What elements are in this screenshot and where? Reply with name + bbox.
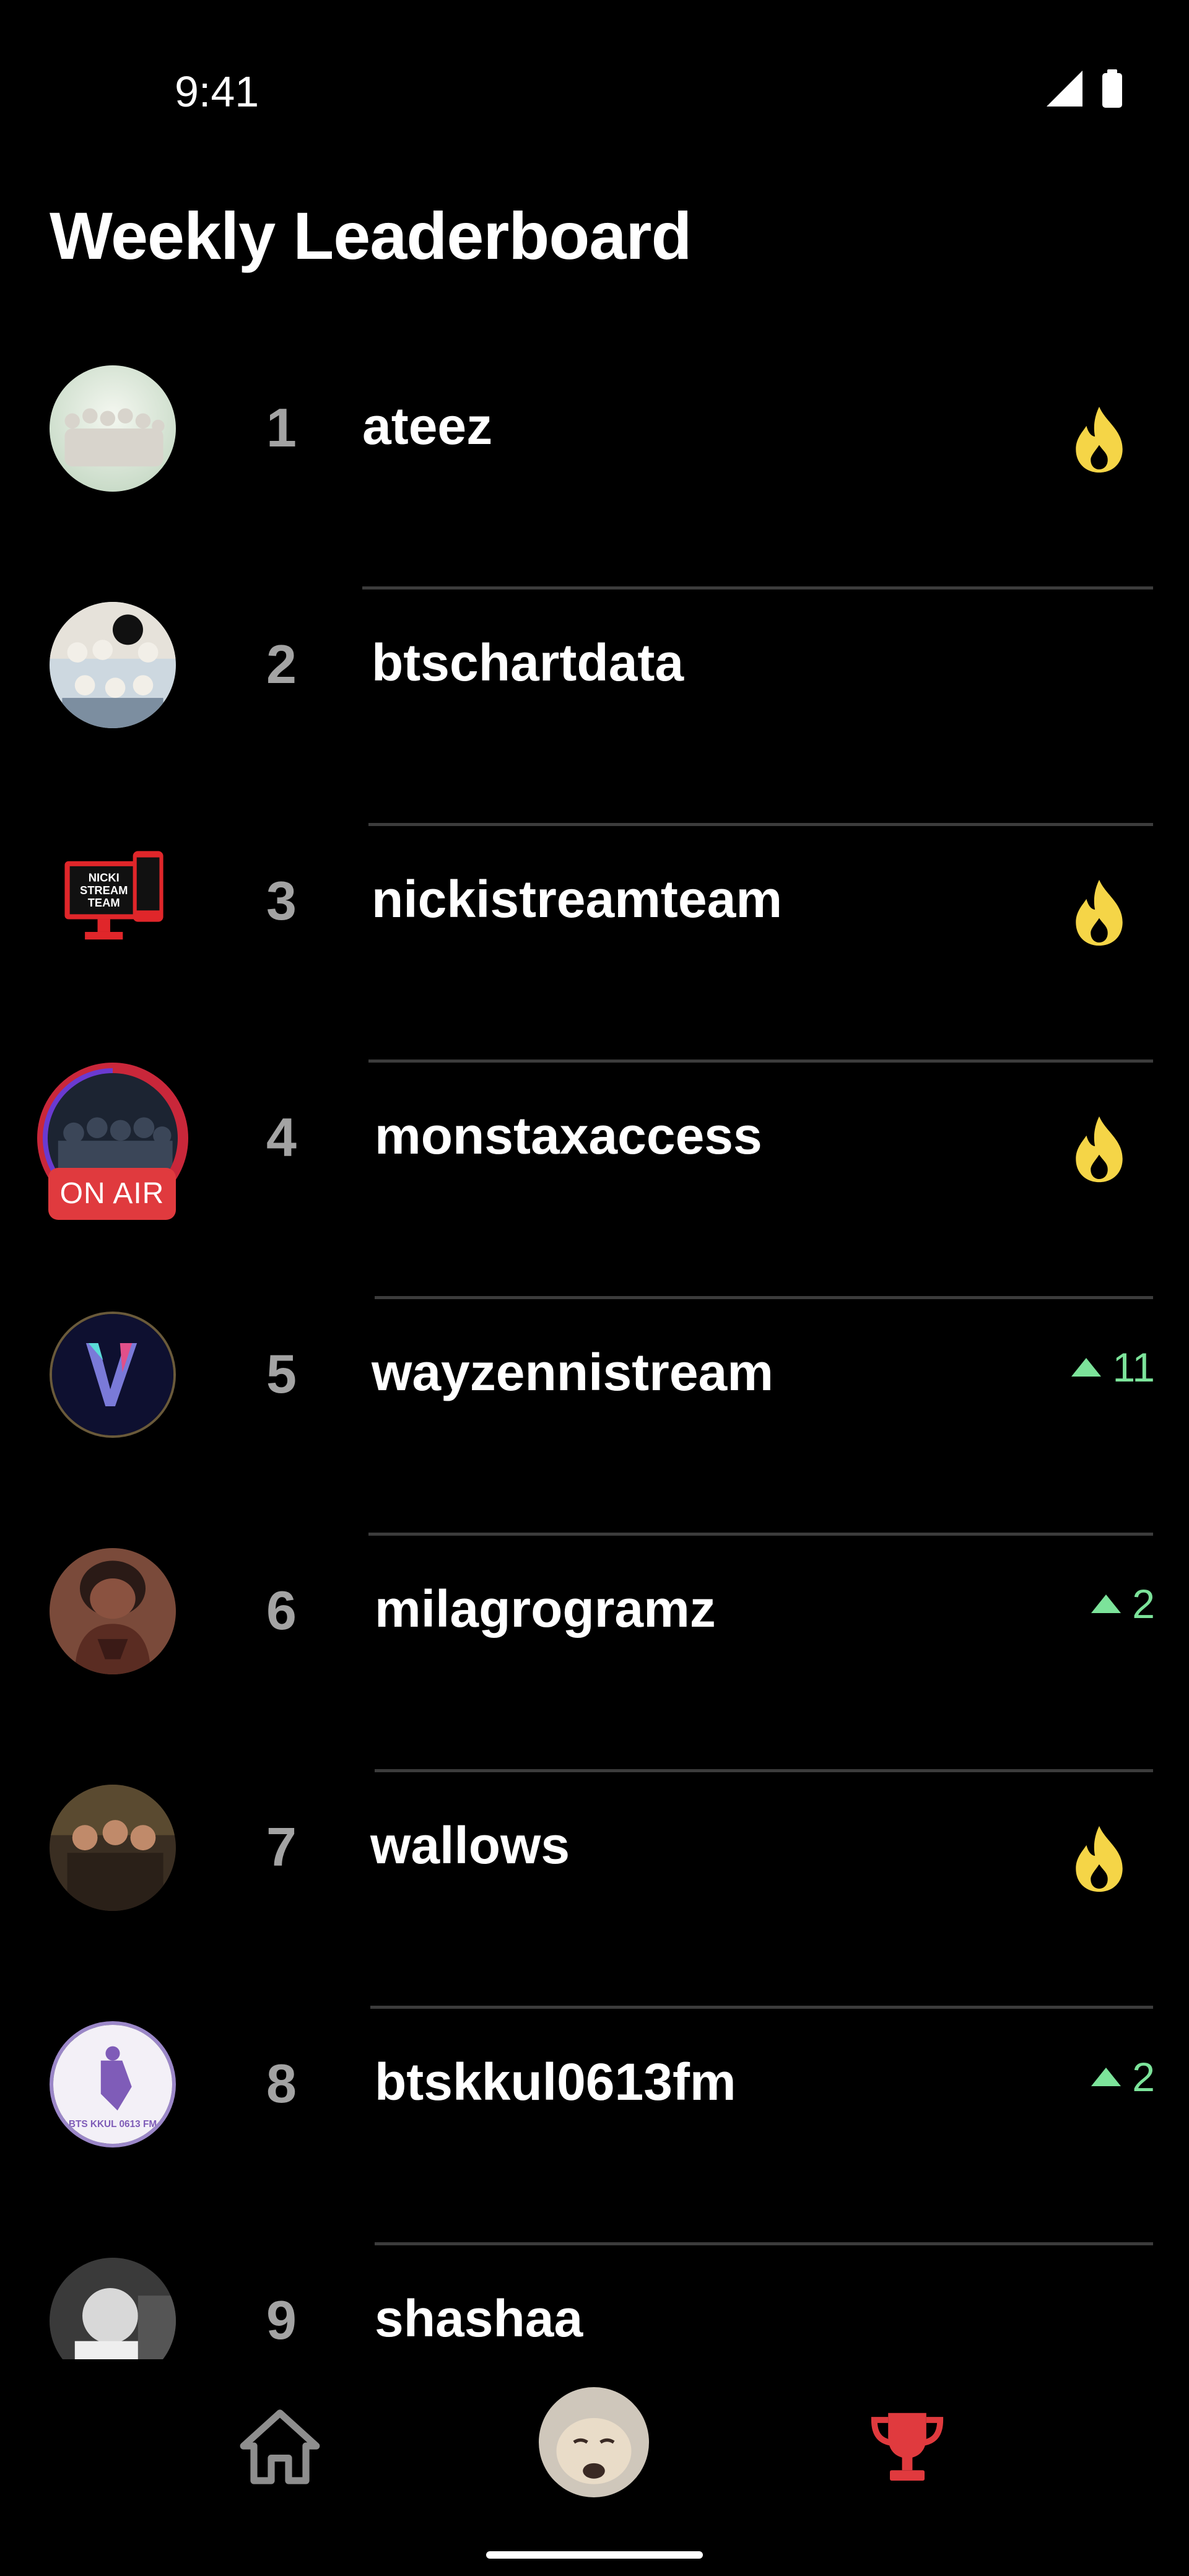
username: btskkul0613fm — [375, 2053, 736, 2111]
username: milagrogramz — [375, 1580, 716, 1638]
rank: 4 — [266, 1107, 297, 1168]
rank-change-value: 2 — [1132, 1581, 1155, 1627]
rank-change-value: 2 — [1132, 2054, 1155, 2100]
signal-icon — [1047, 71, 1082, 107]
profile-avatar[interactable] — [539, 2387, 649, 2497]
avatar — [50, 1785, 176, 1911]
rank-change: 2 — [1091, 2053, 1155, 2100]
username: wayzennistream — [372, 1343, 773, 1401]
avatar — [50, 1548, 176, 1674]
leaderboard-row[interactable]: BTS KKUL 0613 FM 8 btskkul0613fm 2 — [0, 2009, 1189, 2245]
leaderboard-row[interactable]: NICKI STREAM TEAM 3 nickistreamteam — [0, 826, 1189, 1063]
rank: 6 — [266, 1580, 297, 1641]
leaderboard-row[interactable]: 1 ateez — [0, 353, 1189, 590]
avatar — [50, 2258, 176, 2359]
fire-icon — [1065, 1822, 1133, 1896]
status-time: 9:41 — [175, 67, 259, 116]
arrow-up-icon — [1091, 1595, 1121, 1613]
rank: 8 — [266, 2053, 297, 2114]
rank: 2 — [266, 633, 297, 695]
leaderboard-row[interactable]: 6 milagrogramz 2 — [0, 1536, 1189, 1772]
username: wallows — [370, 1816, 570, 1874]
rank: 3 — [266, 870, 297, 931]
avatar — [50, 1312, 176, 1438]
avatar: BTS KKUL 0613 FM — [50, 2021, 176, 2147]
username: monstaxaccess — [375, 1107, 762, 1165]
avatar-text: TEAM — [88, 896, 120, 909]
leaderboard-row[interactable]: ON AIR 4 monstaxaccess — [0, 1063, 1189, 1299]
avatar-text: BTS KKUL 0613 FM — [69, 2119, 157, 2130]
rank: 5 — [266, 1343, 297, 1404]
live-badge: ON AIR — [48, 1168, 176, 1220]
rank-change: 2 — [1091, 1580, 1155, 1627]
username: nickistreamteam — [372, 870, 783, 928]
leaderboard-list[interactable]: 1 ateez 2 btschartdata NICKI STREAM TEAM… — [0, 353, 1189, 2359]
avatar — [50, 365, 176, 492]
arrow-up-icon — [1071, 1358, 1102, 1377]
avatar-text: STREAM — [80, 884, 128, 897]
username: shashaa — [375, 2289, 583, 2348]
leaderboard-row[interactable]: 7 wallows — [0, 1772, 1189, 2009]
trophy-icon[interactable] — [864, 2403, 951, 2489]
avatar-text: NICKI — [89, 871, 120, 884]
leaderboard-row[interactable]: 9 shashaa — [0, 2245, 1189, 2359]
avatar: NICKI STREAM TEAM — [50, 838, 176, 965]
avatar — [50, 602, 176, 728]
leaderboard-row[interactable]: 2 btschartdata — [0, 590, 1189, 826]
rank-change: 11 — [1071, 1344, 1155, 1391]
fire-icon — [1065, 402, 1133, 477]
battery-icon — [1102, 69, 1122, 108]
rank-change-value: 11 — [1112, 1344, 1155, 1390]
page-title: Weekly Leaderboard — [50, 198, 692, 273]
fire-icon — [1065, 876, 1133, 950]
home-icon[interactable] — [237, 2403, 323, 2489]
fire-icon — [1065, 1112, 1133, 1186]
home-indicator[interactable] — [486, 2551, 703, 2559]
arrow-up-icon — [1091, 2068, 1121, 2086]
username: btschartdata — [372, 633, 684, 692]
rank: 9 — [266, 2289, 297, 2351]
leaderboard-row[interactable]: 5 wayzennistream 11 — [0, 1299, 1189, 1536]
status-bar: 9:41 — [0, 0, 1189, 180]
rank: 7 — [266, 1816, 297, 1878]
username: ateez — [362, 397, 493, 455]
bottom-nav — [0, 2359, 1189, 2576]
rank: 1 — [266, 397, 297, 458]
status-icons — [1047, 68, 1133, 111]
